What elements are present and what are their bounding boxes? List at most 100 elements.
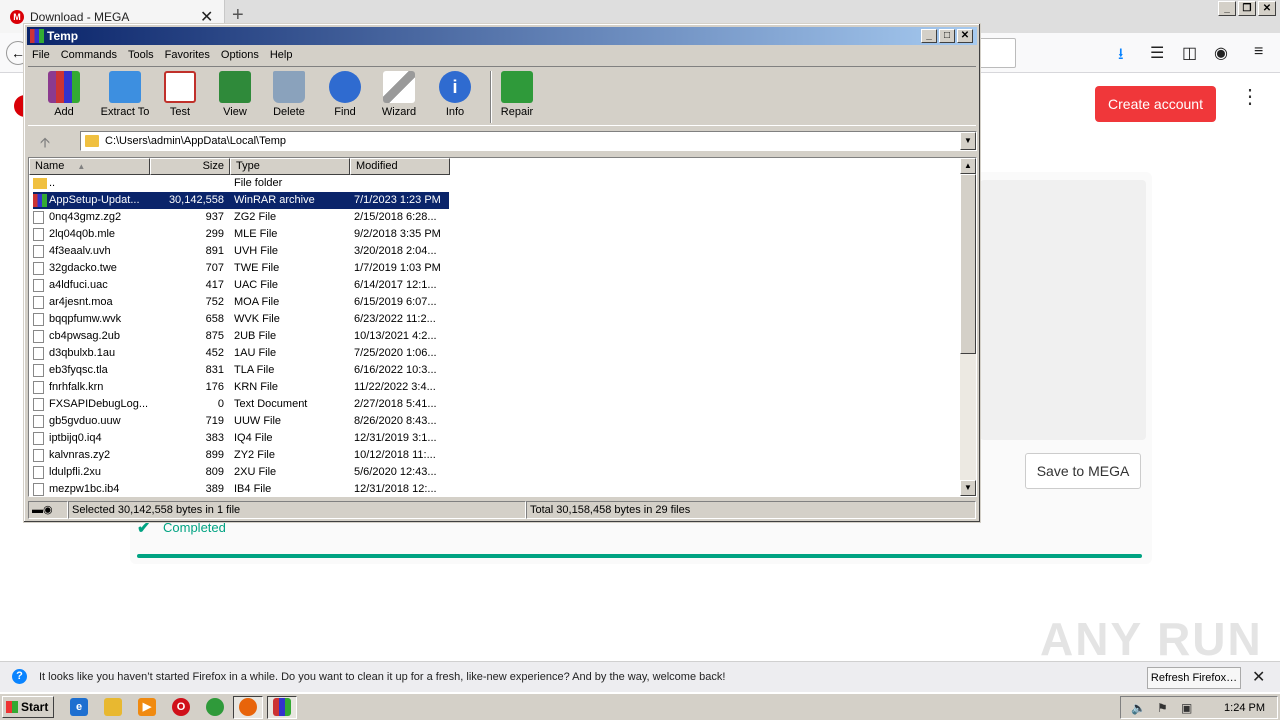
column-type[interactable]: Type: [230, 158, 350, 175]
file-icon: [33, 243, 47, 260]
maximize-icon[interactable]: □: [939, 29, 955, 43]
find-label: Find: [334, 106, 356, 118]
table-row[interactable]: kalvnras.zy2 899 ZY2 File 10/12/2018 11:…: [29, 447, 961, 464]
table-row[interactable]: FXSAPIDebugLog... 0 Text Document 2/27/2…: [29, 396, 961, 413]
up-folder-icon[interactable]: 🡩: [40, 132, 50, 156]
table-row[interactable]: bqqpfumw.wvk 658 WVK File 6/23/2022 11:2…: [29, 311, 961, 328]
file-type: KRN File: [234, 381, 279, 393]
view-button[interactable]: View: [207, 71, 263, 118]
file-modified: 6/15/2019 6:07...: [354, 296, 437, 308]
file-icon: [33, 464, 47, 481]
info-label: Info: [445, 106, 465, 118]
wizard-button[interactable]: Wizard: [371, 71, 427, 118]
repair-kit-icon: [501, 71, 533, 103]
table-row[interactable]: .. File folder: [29, 175, 961, 192]
start-button[interactable]: Start: [2, 696, 54, 718]
table-row[interactable]: 0nq43gmz.zg2 937 ZG2 File 2/15/2018 6:28…: [29, 209, 961, 226]
table-row[interactable]: 2lq04q0b.mle 299 MLE File 9/2/2018 3:35 …: [29, 226, 961, 243]
flag-icon[interactable]: ⚑: [1157, 701, 1168, 715]
menu-file[interactable]: File: [28, 46, 57, 65]
file-name: FXSAPIDebugLog...: [49, 398, 149, 410]
more-options-icon[interactable]: ⋮: [1240, 87, 1260, 107]
file-type: WinRAR archive: [229, 192, 349, 209]
table-row[interactable]: cb4pwsag.2ub 875 2UB File 10/13/2021 4:2…: [29, 328, 961, 345]
network-icon[interactable]: ▣: [1181, 701, 1192, 715]
magic-wand-icon: [383, 71, 415, 103]
minimize-icon[interactable]: _: [1218, 1, 1236, 16]
delete-button[interactable]: Delete: [261, 71, 317, 118]
sidebar-icon[interactable]: ◫: [1182, 43, 1197, 63]
restore-icon[interactable]: ❐: [1238, 1, 1256, 16]
table-row[interactable]: ldulpfli.2xu 809 2XU File 5/6/2020 12:43…: [29, 464, 961, 481]
file-size: 299: [205, 228, 224, 240]
table-row-selected[interactable]: AppSetup-Updat... 30,142,558 WinRAR arch…: [29, 192, 961, 209]
media-player-icon[interactable]: ▶: [138, 698, 156, 716]
find-button[interactable]: Find: [317, 71, 373, 118]
test-button[interactable]: Test: [152, 71, 208, 118]
add-label: Add: [54, 106, 74, 118]
extract-to-button[interactable]: Extract To: [94, 71, 156, 118]
add-button[interactable]: Add: [36, 71, 92, 118]
menu-options[interactable]: Options: [217, 46, 266, 65]
taskbar-firefox[interactable]: [233, 696, 263, 719]
menu-help[interactable]: Help: [266, 46, 300, 65]
file-list[interactable]: Name ▲ Size Type Modified .. File folder…: [28, 157, 977, 497]
table-row[interactable]: ar4jesnt.moa 752 MOA File 6/15/2019 6:07…: [29, 294, 961, 311]
volume-icon[interactable]: 🔈: [1131, 701, 1146, 715]
save-to-mega-button[interactable]: Save to MEGA: [1025, 453, 1141, 489]
file-modified: 6/23/2022 11:2...: [354, 313, 436, 325]
file-name: eb3fyqsc.tla: [49, 364, 108, 376]
file-name: AppSetup-Updat...: [49, 192, 149, 209]
file-icon: [33, 413, 47, 430]
chrome-icon[interactable]: [206, 698, 224, 716]
file-list-header: Name ▲ Size Type Modified: [29, 158, 450, 175]
table-row[interactable]: 4f3eaalv.uvh 891 UVH File 3/20/2018 2:04…: [29, 243, 961, 260]
opera-icon[interactable]: O: [172, 698, 190, 716]
file-modified: 2/15/2018 6:28...: [354, 211, 437, 223]
minimize-icon[interactable]: _: [921, 29, 937, 43]
library-icon[interactable]: ☰: [1150, 43, 1164, 63]
menu-commands[interactable]: Commands: [57, 46, 124, 65]
menu-favorites[interactable]: Favorites: [161, 46, 217, 65]
taskbar-winrar[interactable]: [267, 696, 297, 719]
file-size: 389: [205, 483, 224, 495]
table-row[interactable]: mezpw1bc.ib4 389 IB4 File 12/31/2018 12:…: [29, 481, 961, 496]
close-notification-icon[interactable]: ✕: [1252, 667, 1265, 687]
table-row[interactable]: a4ldfuci.uac 417 UAC File 6/14/2017 12:1…: [29, 277, 961, 294]
refresh-firefox-button[interactable]: Refresh Firefox…: [1147, 667, 1241, 689]
column-size[interactable]: Size: [150, 158, 230, 175]
column-name[interactable]: Name ▲: [29, 158, 150, 175]
table-row[interactable]: iptbijq0.iq4 383 IQ4 File 12/31/2019 3:1…: [29, 430, 961, 447]
table-row[interactable]: eb3fyqsc.tla 831 TLA File 6/16/2022 10:3…: [29, 362, 961, 379]
file-type: TWE File: [234, 262, 280, 274]
table-row[interactable]: d3qbulxb.1au 452 1AU File 7/25/2020 1:06…: [29, 345, 961, 362]
account-icon[interactable]: ◉: [1214, 43, 1228, 63]
ie-icon[interactable]: e: [70, 698, 88, 716]
close-icon[interactable]: ✕: [1258, 1, 1276, 16]
extract-folder-icon: [109, 71, 141, 103]
repair-button[interactable]: Repair: [489, 71, 545, 118]
winrar-title-bar[interactable]: Temp _ □ ✕: [27, 27, 977, 45]
chevron-down-icon[interactable]: ▼: [960, 132, 976, 150]
menu-tools[interactable]: Tools: [124, 46, 161, 65]
status-bar: ▬◉ Selected 30,142,558 bytes in 1 file T…: [28, 501, 976, 519]
create-account-button[interactable]: Create account: [1095, 86, 1216, 122]
column-modified[interactable]: Modified: [350, 158, 450, 175]
info-button[interactable]: i Info: [427, 71, 483, 118]
table-row[interactable]: gb5gvduo.uuw 719 UUW File 8/26/2020 8:43…: [29, 413, 961, 430]
scroll-up-icon[interactable]: ▲: [960, 158, 976, 174]
download-arrow-icon[interactable]: ⭳: [1118, 43, 1124, 70]
table-row[interactable]: 32gdacko.twe 707 TWE File 1/7/2019 1:03 …: [29, 260, 961, 277]
scroll-down-icon[interactable]: ▼: [960, 480, 976, 496]
path-combobox[interactable]: C:\Users\admin\AppData\Local\Temp ▼: [80, 131, 977, 151]
file-name: gb5gvduo.uuw: [49, 415, 121, 427]
explorer-folder-icon[interactable]: [104, 698, 122, 716]
file-size: 875: [205, 330, 224, 342]
scroll-thumb[interactable]: [960, 174, 976, 354]
file-modified: 9/2/2018 3:35 PM: [354, 228, 441, 240]
table-row[interactable]: fnrhfalk.krn 176 KRN File 11/22/2022 3:4…: [29, 379, 961, 396]
hamburger-menu-icon[interactable]: ≡: [1254, 43, 1263, 61]
test-label: Test: [169, 106, 191, 118]
close-icon[interactable]: ✕: [957, 29, 973, 43]
vertical-scrollbar[interactable]: ▲ ▼: [960, 158, 976, 496]
